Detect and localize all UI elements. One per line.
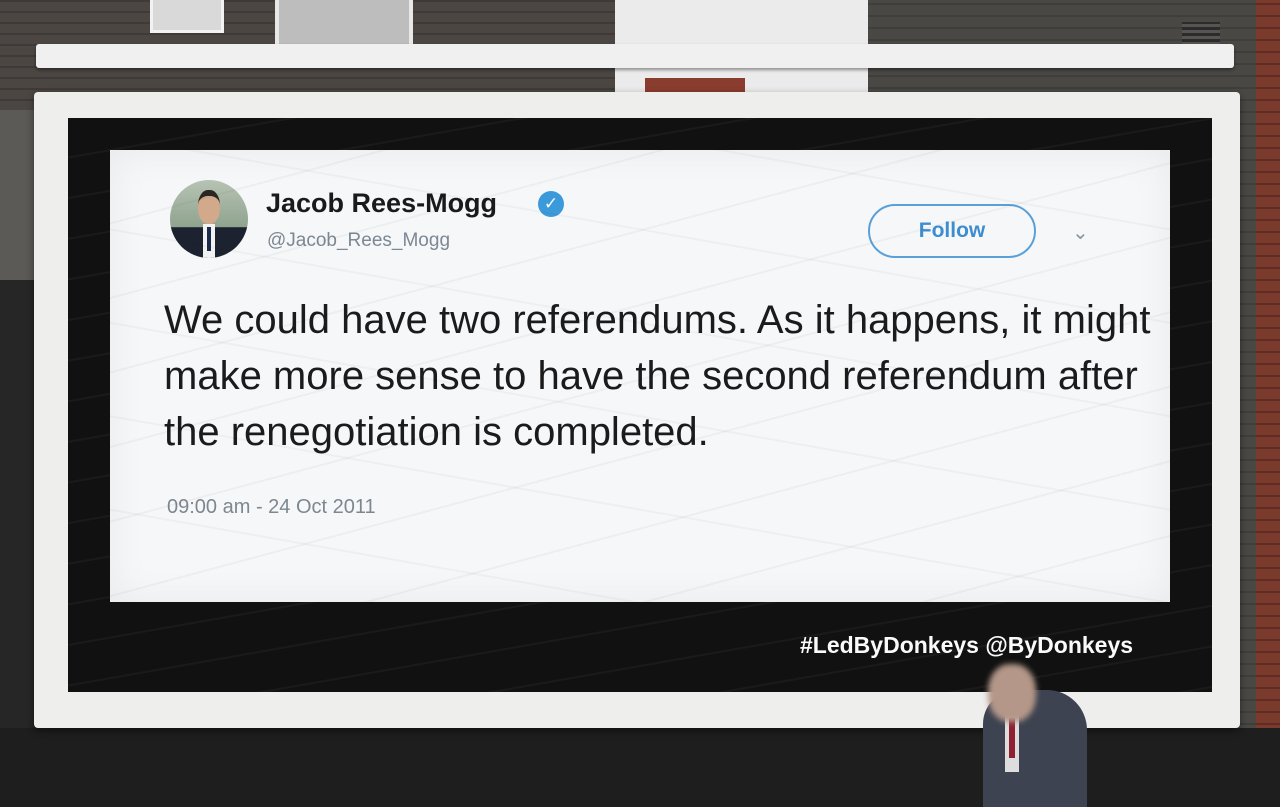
campaign-hashtags: #LedByDonkeys @ByDonkeys xyxy=(800,632,1134,658)
brick-wall-edge xyxy=(1256,0,1280,807)
avatar xyxy=(170,180,248,258)
tweet-author-handle: @Jacob_Rees_Mogg xyxy=(267,230,451,251)
avatar-head xyxy=(198,190,220,224)
billboard-top-rail xyxy=(36,44,1234,68)
tweet-author-name: Jacob Rees-Mogg xyxy=(266,188,498,218)
ground xyxy=(0,728,1280,807)
chevron-down-icon[interactable]: ⌄ xyxy=(1072,220,1089,245)
pedestrian-tie xyxy=(1009,718,1015,758)
verified-badge-icon: ✓ xyxy=(538,191,564,217)
pedestrian-head-blurred xyxy=(988,664,1036,722)
avatar-tie xyxy=(207,227,211,251)
tweet-timestamp: 09:00 am - 24 Oct 2011 xyxy=(167,496,376,518)
follow-button[interactable]: Follow xyxy=(868,204,1036,258)
tweet-card: Jacob Rees-Mogg ✓ @Jacob_Rees_Mogg Follo… xyxy=(110,150,1170,602)
tweet-text: We could have two referendums. As it hap… xyxy=(164,298,1151,454)
building-window xyxy=(150,0,224,33)
